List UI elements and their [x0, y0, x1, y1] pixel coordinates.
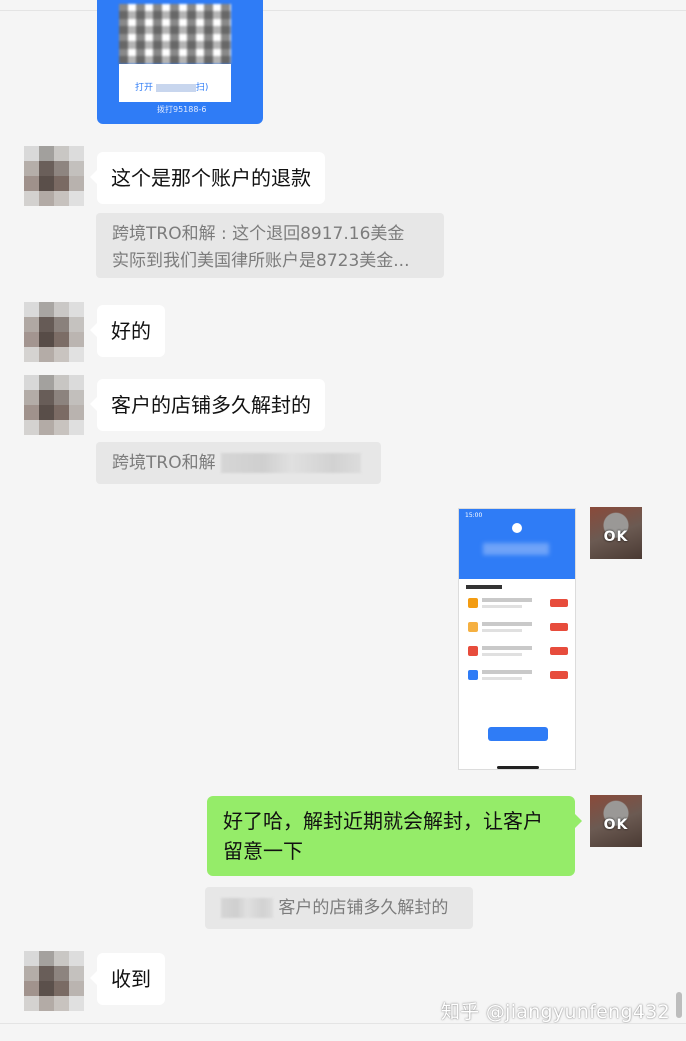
- row-line: [482, 605, 522, 608]
- avatar[interactable]: [24, 302, 84, 362]
- row-action-icon: [550, 623, 568, 631]
- qr-code-blurred: [119, 4, 231, 64]
- phone-time: 15:00: [465, 512, 483, 519]
- my-avatar[interactable]: OK: [590, 795, 642, 847]
- card-row: [466, 667, 570, 685]
- phone-home-indicator: [497, 766, 539, 769]
- message-bubble[interactable]: 好的: [90, 305, 165, 357]
- row-line: [482, 622, 532, 626]
- qr-image-message[interactable]: 打开 扫) 拨打95188-6: [97, 0, 263, 124]
- avatar-badge-text: OK: [603, 529, 629, 545]
- watermark: 知乎 @jiangyunfeng432: [440, 1001, 670, 1023]
- row-line: [482, 646, 532, 650]
- row-icon: [468, 622, 478, 632]
- message-text: 收到: [111, 967, 151, 991]
- qr-open-label: 打开 扫): [135, 83, 209, 93]
- row-line: [482, 653, 522, 656]
- my-avatar[interactable]: OK: [590, 507, 642, 559]
- avatar[interactable]: [24, 951, 84, 1011]
- message-text: 好了哈，解封近期就会解封，让客户留意一下: [223, 809, 543, 863]
- blurred-text: [221, 898, 273, 918]
- avatar-badge-text: OK: [603, 817, 629, 833]
- row-icon: [468, 670, 478, 680]
- row-line: [482, 670, 532, 674]
- phone-card: [462, 579, 574, 691]
- quote-line: 实际到我们美国律所账户是8723美金...: [112, 251, 410, 271]
- quote-line: 客户的店铺多久解封的: [278, 898, 449, 918]
- message-text: 好的: [111, 319, 151, 343]
- quote-line: 跨境TRO和解 : 这个退回8917.16美金: [112, 224, 405, 244]
- message-bubble[interactable]: 客户的店铺多久解封的: [90, 379, 325, 431]
- row-icon: [468, 646, 478, 656]
- card-row: [466, 619, 570, 637]
- image-message-phone-screenshot[interactable]: 15:00: [458, 508, 576, 770]
- blurred-amount: [483, 543, 549, 555]
- message-bubble[interactable]: 这个是那个账户的退款: [90, 152, 325, 204]
- row-line: [482, 677, 522, 680]
- row-action-icon: [550, 671, 568, 679]
- avatar[interactable]: [24, 146, 84, 206]
- phone-blue-button: [488, 727, 548, 741]
- card-row: [466, 595, 570, 613]
- row-action-icon: [550, 599, 568, 607]
- row-icon: [468, 598, 478, 608]
- quoted-reply[interactable]: 客户的店铺多久解封的: [205, 887, 473, 929]
- my-message-bubble[interactable]: 好了哈，解封近期就会解封，让客户留意一下: [207, 796, 582, 876]
- card-row: [466, 643, 570, 661]
- row-line: [482, 598, 532, 602]
- row-action-icon: [550, 647, 568, 655]
- quoted-reply[interactable]: 跨境TRO和解: [96, 442, 381, 484]
- qr-tel-text: 拨打95188-6: [157, 105, 207, 114]
- message-bubble[interactable]: 收到: [90, 953, 165, 1005]
- quote-line: 跨境TRO和解: [112, 453, 216, 473]
- row-line: [482, 629, 522, 632]
- card-title-bar: [466, 585, 502, 589]
- app-logo-icon: [512, 523, 522, 533]
- bottom-divider: [0, 1023, 686, 1024]
- blurred-text: [220, 453, 361, 473]
- avatar[interactable]: [24, 375, 84, 435]
- quoted-reply[interactable]: 跨境TRO和解 : 这个退回8917.16美金 实际到我们美国律所账户是8723…: [96, 213, 444, 278]
- message-text: 客户的店铺多久解封的: [111, 393, 311, 417]
- message-text: 这个是那个账户的退款: [111, 166, 311, 190]
- scrollbar[interactable]: [676, 992, 682, 1018]
